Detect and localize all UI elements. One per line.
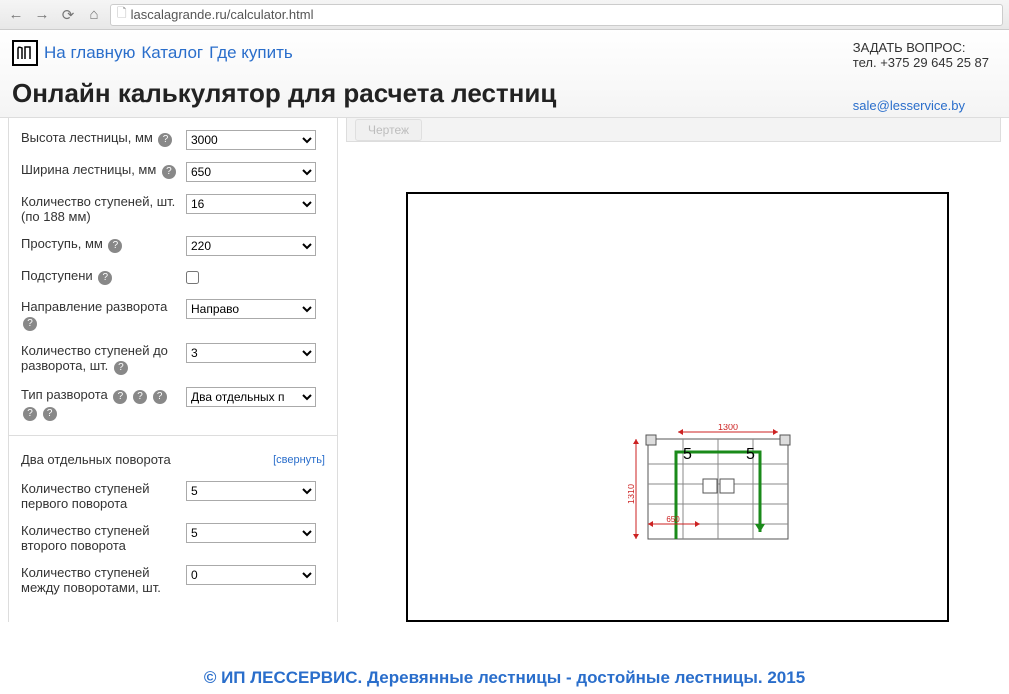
svg-text:650: 650 xyxy=(666,515,680,524)
direction-select[interactable]: Направо xyxy=(186,299,316,319)
help-icon[interactable]: ? xyxy=(23,407,37,421)
tab-bar: Чертеж xyxy=(346,118,1001,142)
first-turn-label: Количество ступеней первого поворота xyxy=(21,481,149,511)
url-text: lascalagrande.ru/calculator.html xyxy=(131,7,314,22)
steps-before-select[interactable]: 3 xyxy=(186,343,316,363)
contact-block: ЗАДАТЬ ВОПРОС: тел. +375 29 645 25 87 sa… xyxy=(853,40,989,113)
nav-catalog[interactable]: Каталог xyxy=(141,43,203,63)
help-icon[interactable]: ? xyxy=(133,390,147,404)
page-icon: 🗋 xyxy=(117,4,127,25)
section-title: Два отдельных поворота xyxy=(21,452,171,467)
help-icon[interactable]: ? xyxy=(153,390,167,404)
help-icon[interactable]: ? xyxy=(114,361,128,375)
stair-schematic: 1300 1310 xyxy=(628,424,798,554)
contact-tel: тел. +375 29 645 25 87 xyxy=(853,55,989,70)
nav-where[interactable]: Где купить xyxy=(209,43,293,63)
svg-text:5: 5 xyxy=(683,446,692,463)
turn-type-select[interactable]: Два отдельных п xyxy=(186,387,316,407)
footer-copyright: © ИП ЛЕССЕРВИС. Деревянные лестницы - до… xyxy=(0,668,1009,688)
second-turn-select[interactable]: 5 xyxy=(186,523,316,543)
steps-label: Количество ступеней, шт. (по 188 мм) xyxy=(21,194,175,224)
home-button[interactable]: ⌂ xyxy=(84,5,104,25)
help-icon[interactable]: ? xyxy=(158,133,172,147)
help-icon[interactable]: ? xyxy=(108,239,122,253)
browser-toolbar: ← → ⟳ ⌂ 🗋 lascalagrande.ru/calculator.ht… xyxy=(0,0,1009,30)
risers-label: Подступени xyxy=(21,268,93,283)
reload-button[interactable]: ⟳ xyxy=(58,5,78,25)
second-turn-label: Количество ступеней второго поворота xyxy=(21,523,149,553)
address-bar[interactable]: 🗋 lascalagrande.ru/calculator.html xyxy=(110,4,1003,26)
collapse-link[interactable]: [свернуть] xyxy=(273,454,325,466)
svg-text:5: 5 xyxy=(746,446,755,463)
tread-select[interactable]: 220 xyxy=(186,236,316,256)
help-icon[interactable]: ? xyxy=(113,390,127,404)
help-icon[interactable]: ? xyxy=(43,407,57,421)
page-header: На главную Каталог Где купить ЗАДАТЬ ВОП… xyxy=(0,30,1009,118)
width-label: Ширина лестницы, мм xyxy=(21,162,156,177)
first-turn-select[interactable]: 5 xyxy=(186,481,316,501)
nav-home[interactable]: На главную xyxy=(44,43,135,63)
tab-drawing[interactable]: Чертеж xyxy=(355,119,422,141)
risers-checkbox[interactable] xyxy=(186,271,199,284)
content-area: Чертеж 1300 1310 xyxy=(338,118,1009,622)
contact-email[interactable]: sale@lesservice.by xyxy=(853,98,965,113)
top-nav: На главную Каталог Где купить xyxy=(12,40,997,66)
main-area: Высота лестницы, мм ? 3000 Ширина лестни… xyxy=(0,118,1009,622)
direction-label: Направление разворота xyxy=(21,299,167,314)
steps-select[interactable]: 16 xyxy=(186,194,316,214)
forward-button[interactable]: → xyxy=(32,5,52,25)
width-select[interactable]: 650 xyxy=(186,162,316,182)
back-button[interactable]: ← xyxy=(6,5,26,25)
logo-icon xyxy=(12,40,38,66)
between-label: Количество ступеней между поворотами, шт… xyxy=(21,565,161,595)
help-icon[interactable]: ? xyxy=(23,317,37,331)
height-select[interactable]: 3000 xyxy=(186,130,316,150)
turn-type-label: Тип разворота xyxy=(21,387,108,402)
tread-label: Проступь, мм xyxy=(21,236,103,251)
help-icon[interactable]: ? xyxy=(98,271,112,285)
contact-ask: ЗАДАТЬ ВОПРОС: xyxy=(853,40,989,55)
steps-before-label: Количество ступеней до разворота, шт. xyxy=(21,343,168,373)
svg-text:1310: 1310 xyxy=(628,484,636,504)
page-title: Онлайн калькулятор для расчета лестниц xyxy=(12,78,997,109)
params-sidebar: Высота лестницы, мм ? 3000 Ширина лестни… xyxy=(8,118,338,622)
between-select[interactable]: 0 xyxy=(186,565,316,585)
drawing-canvas: 1300 1310 xyxy=(406,192,949,622)
height-label: Высота лестницы, мм xyxy=(21,130,153,145)
svg-text:1300: 1300 xyxy=(718,424,738,432)
help-icon[interactable]: ? xyxy=(162,165,176,179)
